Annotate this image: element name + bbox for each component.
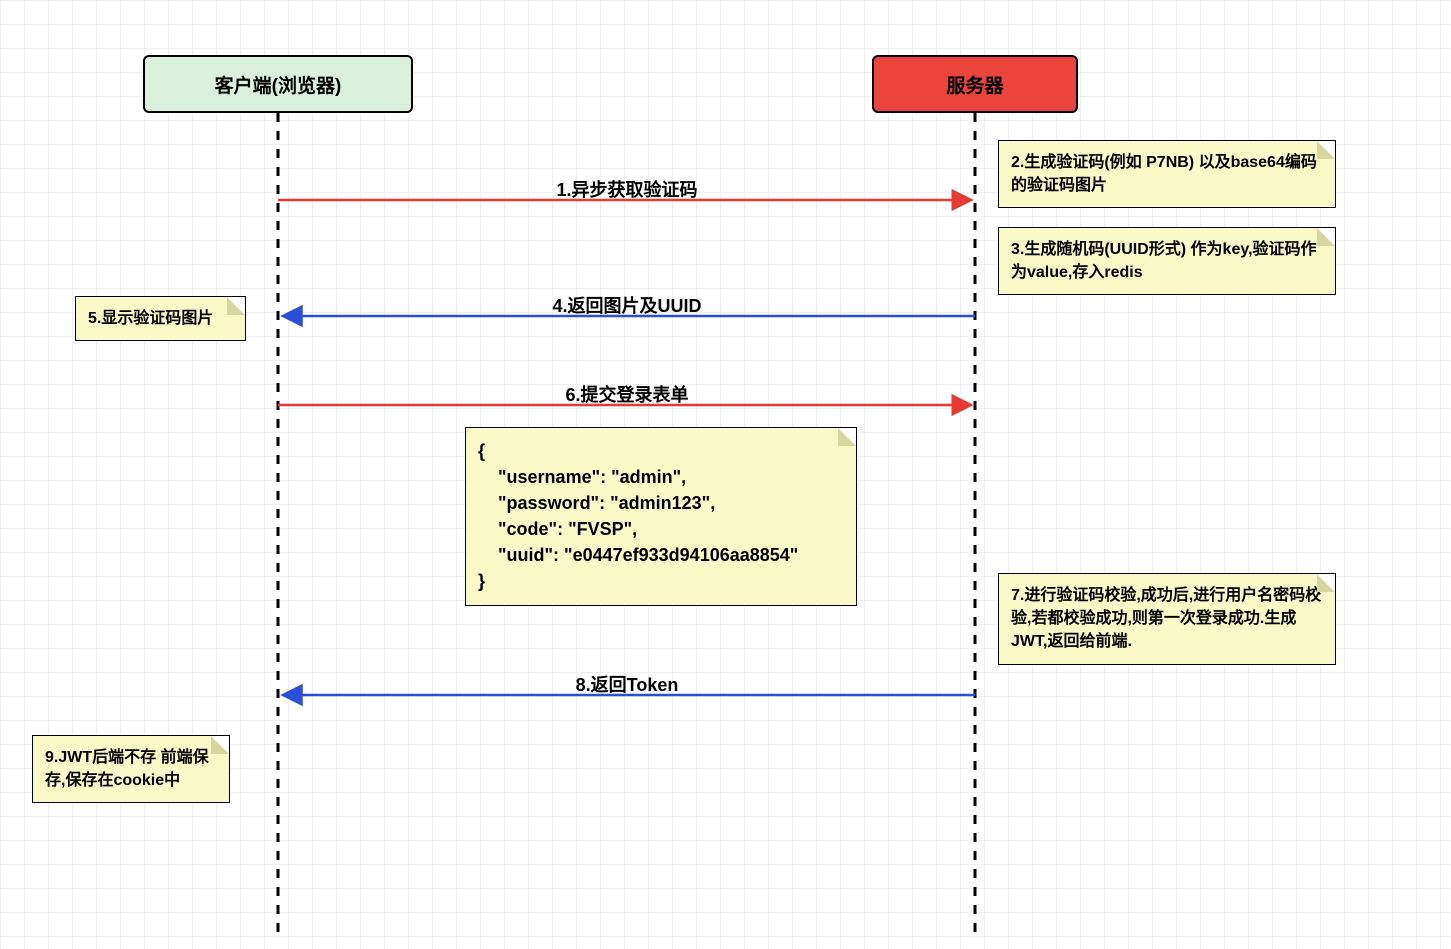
participant-client: 客户端(浏览器) (143, 55, 413, 113)
label-m8: 8.返回Token (576, 671, 679, 697)
note-step3: 3.生成随机码(UUID形式) 作为key,验证码作为value,存入redis (998, 227, 1336, 295)
note-payload: { "username": "admin", "password": "admi… (465, 427, 857, 606)
label-m4: 4.返回图片及UUID (552, 292, 701, 318)
participant-server: 服务器 (872, 55, 1078, 113)
label-m6: 6.提交登录表单 (565, 381, 688, 407)
note-step2: 2.生成验证码(例如 P7NB) 以及base64编码的验证码图片 (998, 140, 1336, 208)
note-step7: 7.进行验证码校验,成功后,进行用户名密码校验,若都校验成功,则第一次登录成功.… (998, 573, 1336, 665)
note-step5: 5.显示验证码图片 (75, 296, 246, 341)
label-m1: 1.异步获取验证码 (556, 176, 697, 202)
note-step9: 9.JWT后端不存 前端保存,保存在cookie中 (32, 735, 230, 803)
